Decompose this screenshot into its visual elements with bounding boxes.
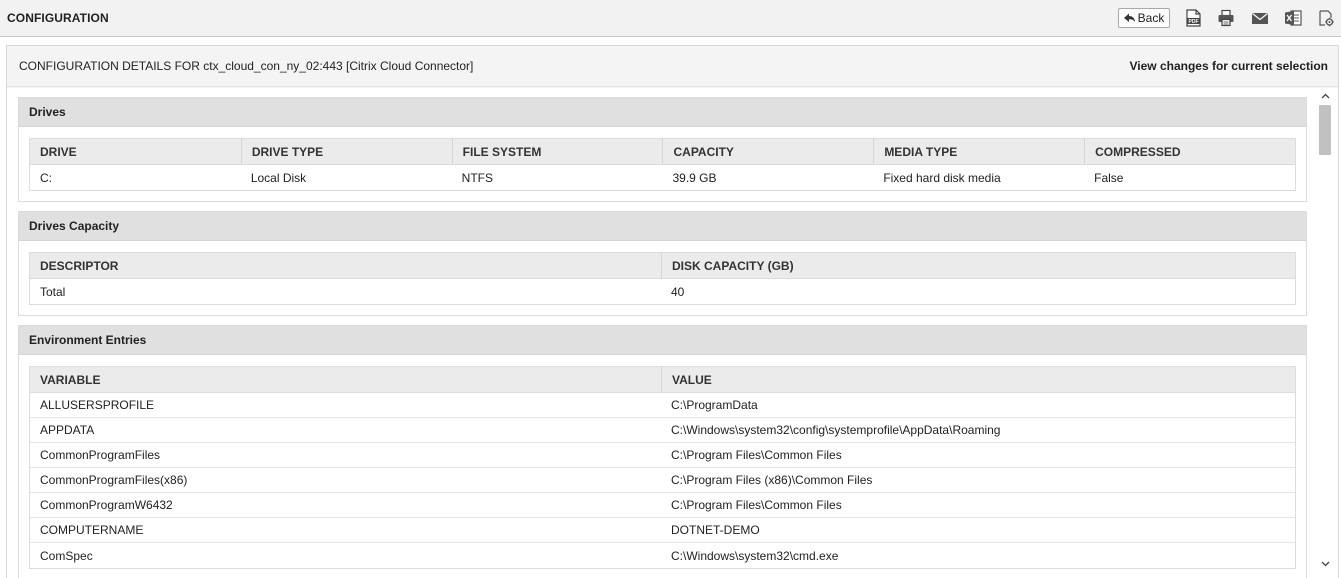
table-cell: ALLUSERSPROFILE [40,398,155,412]
table-cell: CommonProgramW6432 [40,498,173,512]
column-header[interactable]: FILE SYSTEM [451,139,663,164]
scrollbar-thumb[interactable] [1319,105,1331,155]
table-header-row: DESCRIPTOR DISK CAPACITY (GB) [30,253,1295,279]
table-cell: False [1094,170,1124,185]
table-cell: ComSpec [40,548,93,563]
table-cell: 40 [671,284,685,299]
excel-icon [1285,10,1302,26]
details-scroll-area[interactable]: Drives DRIVE DRIVE TYPE FILE SYSTEM CAPA… [7,88,1338,578]
back-arrow-icon [1123,13,1135,22]
table-row[interactable]: CommonProgramW6432 C:\Program Files\Comm… [30,493,1295,518]
drives-capacity-table: DESCRIPTOR DISK CAPACITY (GB) Total 40 [29,252,1296,305]
table-cell: DOTNET-DEMO [671,523,760,537]
pdf-icon: PDF [1186,9,1201,27]
scroll-down-button[interactable] [1320,559,1330,569]
drives-table: DRIVE DRIVE TYPE FILE SYSTEM CAPACITY ME… [29,138,1296,191]
panel-title: CONFIGURATION DETAILS FOR ctx_cloud_con_… [19,59,474,73]
chevron-down-icon [1321,561,1329,567]
table-cell: C:\Windows\system32\config\systemprofile… [671,423,1001,437]
table-row[interactable]: ALLUSERSPROFILE C:\ProgramData [30,393,1295,418]
table-header-row: VARIABLE VALUE [30,367,1295,393]
column-header[interactable]: DRIVE [30,139,241,164]
drives-section-title: Drives [19,98,1306,127]
settings-icon [1319,10,1334,27]
table-row[interactable]: Total 40 [30,279,1295,304]
vertical-scrollbar[interactable] [1316,91,1334,571]
drives-section: Drives DRIVE DRIVE TYPE FILE SYSTEM CAPA… [18,97,1307,202]
table-row[interactable]: C: Local Disk NTFS 39.9 GB Fixed hard di… [30,165,1295,190]
table-cell: Local Disk [250,170,307,185]
table-cell: C:\Program Files\Common Files [671,498,842,512]
table-cell: CommonProgramFiles [40,448,161,462]
table-cell: C:\Windows\system32\cmd.exe [671,548,839,563]
table-header-row: DRIVE DRIVE TYPE FILE SYSTEM CAPACITY ME… [30,139,1295,165]
scrollbar-track[interactable] [1319,105,1331,557]
drives-capacity-section: Drives Capacity DESCRIPTOR DISK CAPACITY… [18,211,1307,316]
mail-icon [1252,13,1268,24]
email-button[interactable] [1250,9,1270,27]
page-title: CONFIGURATION [7,11,109,25]
column-header[interactable]: MEDIA TYPE [873,139,1084,164]
table-cell: CommonProgramFiles(x86) [40,473,188,487]
pdf-export-button[interactable]: PDF [1183,9,1203,27]
view-changes-link[interactable]: View changes for current selection [1129,59,1328,73]
environment-table: VARIABLE VALUE ALLUSERSPROFILE C:\Progra… [29,366,1296,569]
table-cell: C:\Program Files (x86)\Common Files [671,473,873,487]
scroll-up-button[interactable] [1320,91,1330,101]
table-row[interactable]: ComSpec C:\Windows\system32\cmd.exe [30,543,1295,568]
column-header[interactable]: DESCRIPTOR [30,253,661,278]
table-row[interactable]: APPDATA C:\Windows\system32\config\syste… [30,418,1295,443]
back-button-label: Back [1137,11,1165,25]
table-cell: Fixed hard disk media [883,170,1001,185]
column-header[interactable]: CAPACITY [662,139,873,164]
print-button[interactable] [1216,9,1236,27]
table-cell: C:\Program Files\Common Files [671,448,842,462]
drives-capacity-section-title: Drives Capacity [19,212,1306,241]
table-cell: APPDATA [40,423,95,437]
column-header[interactable]: VALUE [661,367,1295,392]
table-cell: Total [40,284,66,299]
column-header[interactable]: COMPRESSED [1084,139,1295,164]
table-cell: C:\ProgramData [671,398,758,412]
column-header[interactable]: DRIVE TYPE [240,139,452,164]
table-row[interactable]: CommonProgramFiles C:\Program Files\Comm… [30,443,1295,468]
table-cell: C: [40,170,52,185]
svg-text:PDF: PDF [1189,19,1199,25]
table-cell: NTFS [461,170,493,185]
back-button[interactable]: Back [1118,8,1170,28]
configuration-panel: CONFIGURATION DETAILS FOR ctx_cloud_con_… [6,45,1339,578]
column-header[interactable]: DISK CAPACITY (GB) [661,253,1295,278]
table-row[interactable]: COMPUTERNAME DOTNET-DEMO [30,518,1295,543]
environment-entries-section: Environment Entries VARIABLE VALUE ALLUS… [18,325,1307,578]
settings-button[interactable] [1316,9,1336,27]
excel-export-button[interactable] [1283,9,1303,27]
environment-section-title: Environment Entries [19,326,1306,355]
top-bar: CONFIGURATION Back PDF [0,0,1341,37]
column-header[interactable]: VARIABLE [30,367,661,392]
table-cell: COMPUTERNAME [40,523,144,537]
table-row[interactable]: CommonProgramFiles(x86) C:\Program Files… [30,468,1295,493]
panel-header: CONFIGURATION DETAILS FOR ctx_cloud_con_… [7,46,1338,87]
print-icon [1218,9,1234,27]
table-cell: 39.9 GB [672,170,717,185]
chevron-up-icon [1321,93,1329,99]
